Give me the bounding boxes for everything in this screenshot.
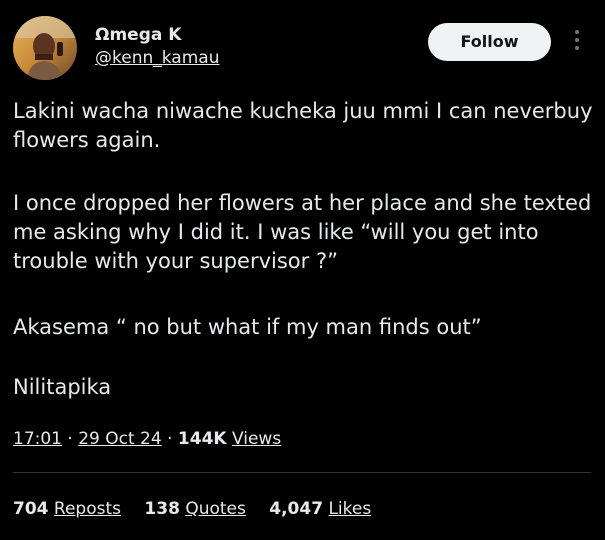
tweet-paragraph: Akasema “ no but what if my man finds ou… [13,315,482,339]
likes-stat[interactable]: 4,047 Likes [269,499,371,519]
tweet-paragraph: I once dropped her flowers at her place … [13,191,592,273]
reposts-count: 704 [13,499,49,519]
follow-button[interactable]: Follow [428,23,551,61]
avatar-image [13,16,77,80]
tweet-card: Ωmega K @kenn_kamau Follow Lakini wacha … [0,0,605,540]
quotes-label: Quotes [185,499,246,519]
views-count: 144K [177,429,227,449]
tweet-time[interactable]: 17:01 [13,429,62,449]
author-handle[interactable]: @kenn_kamau [95,48,219,68]
reposts-stat[interactable]: 704 Reposts [13,499,121,519]
tweet-paragraph: Lakini wacha niwache kucheka juu mmi I c… [13,99,593,152]
meta-separator: · [67,429,73,449]
views-label[interactable]: Views [232,429,281,449]
quotes-count: 138 [144,499,180,519]
reposts-label: Reposts [53,499,121,519]
avatar[interactable] [13,16,77,80]
likes-label: Likes [328,499,372,519]
divider [13,472,591,473]
author-name[interactable]: Ωmega K [95,25,181,45]
quotes-stat[interactable]: 138 Quotes [144,499,245,519]
engagement-stats: 704 Reposts 138 Quotes 4,047 Likes [13,498,389,520]
likes-count: 4,047 [269,499,324,519]
tweet-date[interactable]: 29 Oct 24 [78,429,161,449]
tweet-metadata: 17:01 · 29 Oct 24 · 144K Views [13,428,281,450]
more-vertical-icon[interactable] [572,30,582,54]
tweet-paragraph: Nilitapika [13,375,112,399]
meta-separator: · [167,429,173,449]
